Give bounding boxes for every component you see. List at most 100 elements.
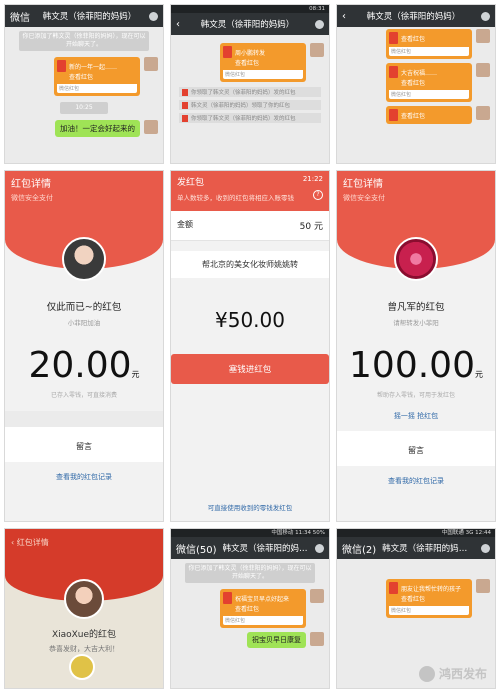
system-notice: 你领取了韩文灵（徐菲阳的妈妈）发的红包 xyxy=(179,113,321,123)
amount-field[interactable]: 金额 50 元 xyxy=(171,211,329,241)
packet-footer: 微信红包 xyxy=(57,84,137,93)
back-button[interactable]: 微信 xyxy=(10,9,30,24)
status-bar: 中国联通 3G 12:44 xyxy=(337,529,495,537)
avatar[interactable] xyxy=(476,106,490,120)
footer-link[interactable]: 可直接使用收到的零钱发红包 xyxy=(171,502,329,512)
red-packet-bubble[interactable]: 朋友让我帮忙转的孩子 查看红包 微信红包 xyxy=(386,579,472,618)
packet-text: 新的一年一起…… xyxy=(69,63,118,71)
packet-footer: 微信红包 xyxy=(389,606,469,615)
red-packet-bubble[interactable]: 周小鹏转发 查看红包 微信红包 xyxy=(220,43,306,82)
total-amount: ¥50.00 xyxy=(215,308,285,332)
person-icon[interactable] xyxy=(315,543,324,553)
red-envelope-icon xyxy=(389,32,398,44)
packet-action: 查看红包 xyxy=(401,35,426,43)
avatar[interactable] xyxy=(144,57,158,71)
avatar[interactable] xyxy=(310,632,324,646)
field-value: 50 元 xyxy=(299,222,323,232)
chat-screenshot-2: 08:31 ‹ 韩文灵（徐菲阳的妈妈） 周小鹏转发 查看红包 微信红包 你领取了… xyxy=(170,4,330,164)
packet-text: 朋友让我帮忙转的孩子 xyxy=(401,585,462,593)
back-arrow-icon[interactable]: ‹ xyxy=(11,538,14,547)
avatar[interactable] xyxy=(144,120,158,134)
leave-message-button[interactable]: 留言 xyxy=(337,431,495,466)
chat-title: 韩文灵（徐菲阳的妈妈） xyxy=(222,544,309,554)
person-icon[interactable] xyxy=(149,11,158,21)
packet-history-link[interactable]: 查看我的红包记录 xyxy=(5,462,163,492)
text-message: 加油！一定会好起来的 xyxy=(55,120,140,137)
red-packet-detail-1: 红包详情 微信安全支付 仅此而已~的红包 小菲阳加油 20.00元 已存入零钱，… xyxy=(4,170,164,522)
field-label: 金额 xyxy=(177,220,193,229)
avatar[interactable] xyxy=(476,29,490,43)
header-title: 红包详情 xyxy=(16,538,49,547)
message-row: 查看红包 xyxy=(337,104,495,126)
chat-bubble-icon xyxy=(418,665,435,682)
avatar[interactable] xyxy=(310,43,324,57)
red-packet-bubble[interactable]: 祝福宝贝早点好起来 查看红包 微信红包 xyxy=(220,589,306,628)
red-packet-bubble[interactable]: 查看红包 xyxy=(386,106,472,124)
system-notice: 你领取了韩文灵（徐菲阳的妈妈）发的红包 xyxy=(179,87,321,97)
chat-title: 韩文灵（徐菲阳的妈妈） xyxy=(200,20,295,30)
back-button[interactable]: 微信(2) xyxy=(342,541,376,556)
system-notice: 韩文灵（徐菲阳的妈妈）领取了你的红包 xyxy=(179,100,321,110)
message-row: 加油！一定会好起来的 xyxy=(5,118,163,139)
packet-text: 大吉祝福…… xyxy=(401,69,438,77)
person-icon[interactable] xyxy=(315,19,324,29)
put-money-button[interactable]: 塞钱进红包 xyxy=(171,354,329,384)
back-arrow-icon[interactable]: ‹ xyxy=(176,19,180,30)
message-row: 大吉祝福…… 查看红包 微信红包 xyxy=(337,61,495,104)
person-icon[interactable] xyxy=(481,11,490,21)
send-red-packet-screen: 发红包 21:22 单人数较多，收到的红包将相应入账零钱 ? 金额 50 元 帮… xyxy=(170,170,330,522)
avatar[interactable] xyxy=(476,63,490,77)
packet-action: 查看红包 xyxy=(401,112,426,120)
chat-screenshot-5: 中国联通 3G 12:44 微信(2) 韩文灵（徐菲阳的妈妈） 朋友让我帮忙转的… xyxy=(336,528,496,689)
packet-footer: 微信红包 xyxy=(223,70,303,79)
packet-footer: 微信红包 xyxy=(223,616,303,625)
packet-greeting: 小菲阳加油 xyxy=(67,319,101,327)
red-packet-bubble[interactable]: 查看红包 微信红包 xyxy=(386,29,472,59)
message-row: 祝宝贝早日康复 xyxy=(171,630,329,650)
message-row: 祝福宝贝早点好起来 查看红包 微信红包 xyxy=(171,587,329,630)
red-envelope-icon xyxy=(182,88,188,96)
avatar[interactable] xyxy=(310,589,324,603)
packet-title: XiaoXue的红包 xyxy=(51,630,117,640)
chat-title: 韩文灵（徐菲阳的妈妈） xyxy=(42,12,137,22)
leave-message-button[interactable]: 留言 xyxy=(5,427,163,462)
greeting-input[interactable]: 帮北京的美女化妆师姚姚转 xyxy=(171,251,329,278)
red-envelope-icon xyxy=(389,109,398,121)
amount-note: 已存入零钱，可直接消费 xyxy=(50,392,117,399)
chat-header: ‹ 韩文灵（徐菲阳的妈妈） xyxy=(337,5,495,27)
back-arrow-icon[interactable]: ‹ xyxy=(342,11,346,22)
sender-avatar xyxy=(394,237,438,281)
back-button[interactable]: 微信(50) xyxy=(176,541,217,556)
packet-text: 周小鹏转发 xyxy=(235,49,266,57)
packet-action: 查看红包 xyxy=(401,80,426,87)
red-packet-bubble[interactable]: 新的一年一起…… 查看红包 微信红包 xyxy=(54,57,140,96)
chat-screenshot-1: 微信 韩文灵（徐菲阳的妈妈） 你已添加了韩文灵（徐菲阳的妈妈），现在可以开始聊天… xyxy=(4,4,164,164)
help-icon[interactable]: ? xyxy=(313,190,323,200)
header-subtitle: 单人数较多，收到的红包将相应入账零钱 xyxy=(177,194,294,202)
amount-unit: 元 xyxy=(474,370,483,379)
red-envelope-icon xyxy=(182,114,188,122)
amount-note: 帮助存入零钱，可用于发红包 xyxy=(376,392,455,399)
chat-screenshot-3: ‹ 韩文灵（徐菲阳的妈妈） 查看红包 微信红包 大吉祝福…… 查看红包 微信红包 xyxy=(336,4,496,164)
amount-unit: 元 xyxy=(131,370,140,379)
coin-icon xyxy=(69,654,95,680)
person-icon[interactable] xyxy=(481,543,490,553)
chat-screenshot-4: 中国移动 11:34 50% 微信(50) 韩文灵（徐菲阳的妈妈） 你已添加了韩… xyxy=(170,528,330,689)
packet-history-link[interactable]: 查看我的红包记录 xyxy=(337,466,495,496)
red-packet-bubble[interactable]: 大吉祝福…… 查看红包 微信红包 xyxy=(386,63,472,102)
header-title: 发红包 xyxy=(177,178,205,188)
timestamp: 10:25 xyxy=(60,102,108,114)
watermark-text: 鸿西发布 xyxy=(438,667,487,681)
message-row: 查看红包 微信红包 xyxy=(337,27,495,61)
chat-header: 微信(50) 韩文灵（徐菲阳的妈妈） xyxy=(171,537,329,559)
red-envelope-icon xyxy=(223,46,232,58)
watermark: 鸿西发布 xyxy=(418,665,487,682)
shake-link[interactable]: 摇一摇 抢红包 xyxy=(337,411,495,421)
send-header: 发红包 21:22 单人数较多，收到的红包将相应入账零钱 ? xyxy=(171,171,329,211)
avatar[interactable] xyxy=(476,579,490,593)
packet-action: 查看红包 xyxy=(235,606,260,613)
sender-avatar xyxy=(62,237,106,281)
message-row: 新的一年一起…… 查看红包 微信红包 xyxy=(5,55,163,98)
red-envelope-icon xyxy=(389,66,398,78)
status-time: 21:22 xyxy=(302,175,323,183)
